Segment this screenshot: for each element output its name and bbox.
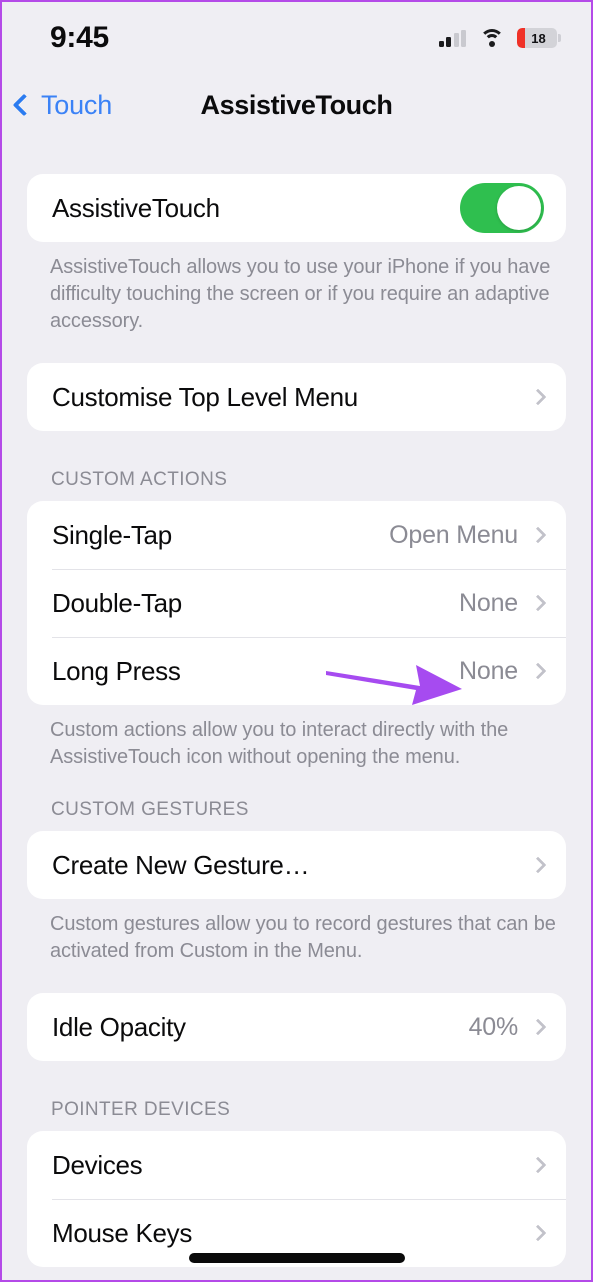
status-bar: 9:45 18 xyxy=(2,2,591,74)
idle-opacity-label: Idle Opacity xyxy=(52,1011,186,1042)
create-new-gesture-label: Create New Gesture… xyxy=(52,849,310,880)
long-press-label: Long Press xyxy=(52,655,181,686)
single-tap-value: Open Menu xyxy=(389,520,518,549)
pointer-devices-header: POINTER DEVICES xyxy=(51,1099,231,1120)
assistivetouch-toggle-card: AssistiveTouch xyxy=(27,174,566,242)
navigation-bar: AssistiveTouch Touch xyxy=(2,74,591,136)
chevron-right-icon xyxy=(529,1224,547,1242)
row-single-tap[interactable]: Single-Tap Open Menu xyxy=(27,501,566,569)
chevron-right-icon xyxy=(529,594,547,612)
battery-level-label: 18 xyxy=(531,30,546,46)
assistivetouch-footer: AssistiveTouch allows you to use your iP… xyxy=(50,256,551,332)
custom-gestures-header: CUSTOM GESTURES xyxy=(51,799,249,820)
customise-top-level-menu-label: Customise Top Level Menu xyxy=(52,381,358,412)
row-customise-top-level-menu[interactable]: Customise Top Level Menu xyxy=(27,363,566,431)
mouse-keys-label: Mouse Keys xyxy=(52,1217,193,1248)
phone-screen: 9:45 18 AssistiveTouch Touch AssistiveTo… xyxy=(0,0,593,1282)
row-create-new-gesture[interactable]: Create New Gesture… xyxy=(27,831,566,899)
chevron-right-icon xyxy=(529,1156,547,1174)
pointer-devices-card: Devices Mouse Keys xyxy=(27,1131,566,1267)
customise-menu-card: Customise Top Level Menu xyxy=(27,363,566,431)
row-idle-opacity[interactable]: Idle Opacity 40% xyxy=(27,993,566,1061)
chevron-right-icon xyxy=(529,1018,547,1036)
wifi-icon xyxy=(479,29,504,47)
double-tap-value: None xyxy=(459,588,518,617)
double-tap-label: Double-Tap xyxy=(52,587,182,618)
custom-gestures-footer: Custom gestures allow you to record gest… xyxy=(50,913,556,962)
assistivetouch-toggle-label: AssistiveTouch xyxy=(52,192,220,223)
cellular-signal-icon xyxy=(438,29,466,47)
idle-opacity-card: Idle Opacity 40% xyxy=(27,993,566,1061)
home-indicator xyxy=(188,1253,405,1263)
status-bar-clock: 9:45 xyxy=(50,21,109,54)
chevron-left-icon xyxy=(12,93,36,117)
idle-opacity-value: 40% xyxy=(468,1012,519,1041)
chevron-right-icon xyxy=(529,526,547,544)
chevron-right-icon xyxy=(529,388,547,406)
custom-actions-footer: Custom actions allow you to interact dir… xyxy=(50,719,509,768)
battery-icon: 18 xyxy=(517,28,561,48)
assistivetouch-toggle-switch[interactable] xyxy=(460,183,544,233)
custom-actions-header: CUSTOM ACTIONS xyxy=(51,469,228,490)
row-assistivetouch-toggle[interactable]: AssistiveTouch xyxy=(27,174,566,242)
custom-actions-card: Single-Tap Open Menu Double-Tap None Lon… xyxy=(27,501,566,705)
back-button-label: Touch xyxy=(41,89,113,120)
settings-content: AssistiveTouch AssistiveTouch allows you… xyxy=(2,136,591,1267)
status-bar-icons: 18 xyxy=(438,28,561,48)
custom-gestures-card: Create New Gesture… xyxy=(27,831,566,899)
devices-label: Devices xyxy=(52,1149,143,1180)
back-button[interactable]: Touch xyxy=(12,89,113,121)
row-devices[interactable]: Devices xyxy=(27,1131,566,1199)
row-long-press[interactable]: Long Press None xyxy=(27,637,566,705)
row-double-tap[interactable]: Double-Tap None xyxy=(27,569,566,637)
chevron-right-icon xyxy=(529,856,547,874)
single-tap-label: Single-Tap xyxy=(52,519,172,550)
chevron-right-icon xyxy=(529,662,547,680)
long-press-value: None xyxy=(459,656,518,685)
toggle-knob xyxy=(497,186,541,230)
